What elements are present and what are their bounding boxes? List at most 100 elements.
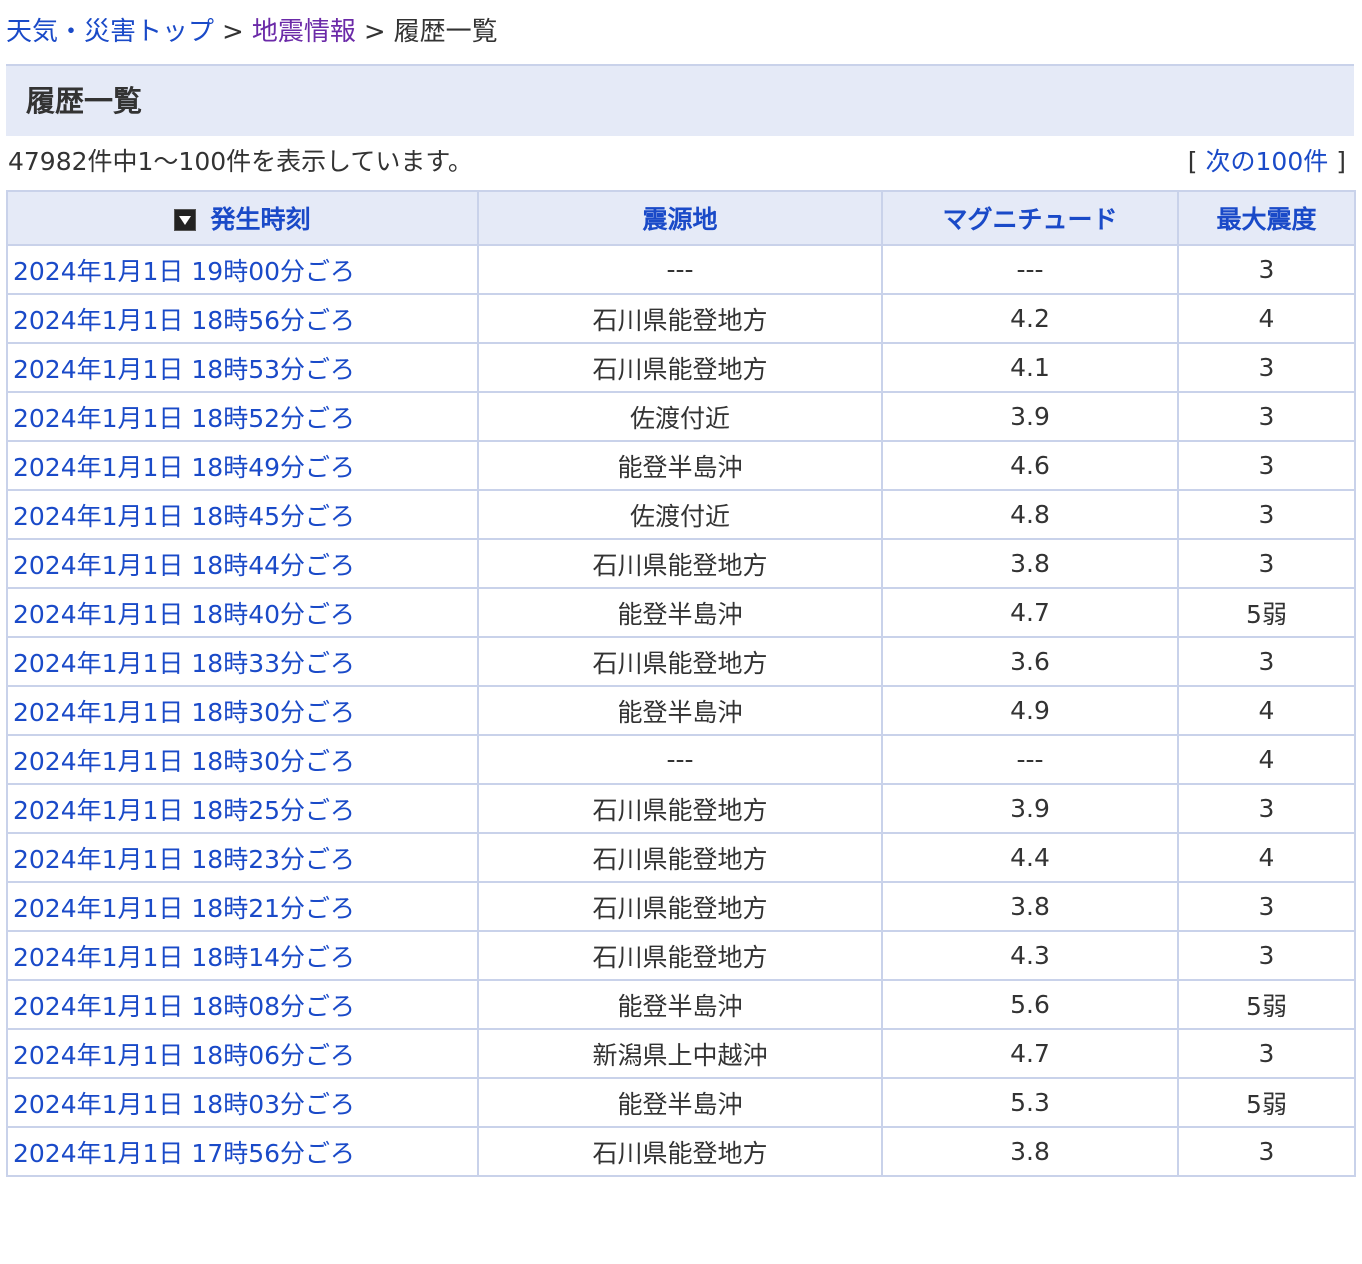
cell-epicenter: 能登半島沖	[477, 1077, 883, 1128]
cell-time: 2024年1月1日 18時21分ごろ	[6, 881, 479, 932]
cell-magnitude: 4.4	[881, 832, 1179, 883]
quake-detail-link[interactable]: 2024年1月1日 18時25分ごろ	[13, 796, 355, 825]
cell-time: 2024年1月1日 18時06分ごろ	[6, 1028, 479, 1079]
cell-magnitude: 5.6	[881, 979, 1179, 1030]
quake-detail-link[interactable]: 2024年1月1日 19時00分ごろ	[13, 257, 355, 286]
header-time-link[interactable]: 発生時刻	[210, 205, 310, 234]
cell-time: 2024年1月1日 18時52分ごろ	[6, 391, 479, 442]
breadcrumb-current: 履歴一覧	[393, 17, 498, 47]
cell-epicenter: 能登半島沖	[477, 440, 883, 491]
pagination: [次の100件]	[1188, 142, 1346, 182]
cell-intensity: 3	[1177, 1028, 1356, 1079]
cell-epicenter: 石川県能登地方	[477, 783, 883, 834]
cell-intensity: 3	[1177, 783, 1356, 834]
quake-detail-link[interactable]: 2024年1月1日 18時40分ごろ	[13, 600, 355, 629]
header-intensity-link[interactable]: 最大震度	[1216, 205, 1316, 234]
cell-time: 2024年1月1日 18時56分ごろ	[6, 293, 479, 344]
cell-magnitude: 4.7	[881, 587, 1179, 638]
cell-magnitude: 3.8	[881, 538, 1179, 589]
table-row: 2024年1月1日 19時00分ごろ --- --- 3	[6, 244, 1356, 295]
breadcrumb-separator: >	[363, 17, 386, 47]
header-magnitude-link[interactable]: マグニチュード	[942, 205, 1117, 234]
cell-intensity: 5弱	[1177, 1077, 1356, 1128]
cell-intensity: 3	[1177, 1126, 1356, 1177]
quake-detail-link[interactable]: 2024年1月1日 18時14分ごろ	[13, 943, 355, 972]
cell-magnitude: 3.9	[881, 391, 1179, 442]
table-row: 2024年1月1日 18時30分ごろ 能登半島沖 4.9 4	[6, 685, 1356, 736]
table-row: 2024年1月1日 18時53分ごろ 石川県能登地方 4.1 3	[6, 342, 1356, 393]
cell-epicenter: ---	[477, 244, 883, 295]
cell-epicenter: 佐渡付近	[477, 391, 883, 442]
quake-detail-link[interactable]: 2024年1月1日 18時44分ごろ	[13, 551, 355, 580]
cell-intensity: 3	[1177, 244, 1356, 295]
quake-detail-link[interactable]: 2024年1月1日 18時56分ごろ	[13, 306, 355, 335]
cell-epicenter: ---	[477, 734, 883, 785]
quake-detail-link[interactable]: 2024年1月1日 18時49分ごろ	[13, 453, 355, 482]
cell-epicenter: 能登半島沖	[477, 979, 883, 1030]
cell-time: 2024年1月1日 18時30分ごろ	[6, 685, 479, 736]
table-row: 2024年1月1日 18時49分ごろ 能登半島沖 4.6 3	[6, 440, 1356, 491]
cell-epicenter: 石川県能登地方	[477, 930, 883, 981]
quake-detail-link[interactable]: 2024年1月1日 18時45分ごろ	[13, 502, 355, 531]
header-intensity[interactable]: 最大震度	[1177, 190, 1356, 246]
breadcrumb-earthquake-link[interactable]: 地震情報	[252, 17, 356, 47]
breadcrumb-home-link[interactable]: 天気・災害トップ	[6, 17, 214, 47]
cell-magnitude: ---	[881, 734, 1179, 785]
cell-epicenter: 能登半島沖	[477, 587, 883, 638]
quake-detail-link[interactable]: 2024年1月1日 18時30分ごろ	[13, 747, 355, 776]
cell-magnitude: 4.1	[881, 342, 1179, 393]
cell-intensity: 5弱	[1177, 979, 1356, 1030]
quake-detail-link[interactable]: 2024年1月1日 18時08分ごろ	[13, 992, 355, 1021]
quake-detail-link[interactable]: 2024年1月1日 18時53分ごろ	[13, 355, 355, 384]
quake-detail-link[interactable]: 2024年1月1日 18時30分ごろ	[13, 698, 355, 727]
cell-magnitude: 3.8	[881, 1126, 1179, 1177]
quake-detail-link[interactable]: 2024年1月1日 18時52分ごろ	[13, 404, 355, 433]
cell-time: 2024年1月1日 17時56分ごろ	[6, 1126, 479, 1177]
cell-intensity: 4	[1177, 734, 1356, 785]
quake-detail-link[interactable]: 2024年1月1日 18時03分ごろ	[13, 1090, 355, 1119]
next-page-link[interactable]: 次の100件	[1206, 147, 1329, 176]
cell-magnitude: 4.9	[881, 685, 1179, 736]
cell-epicenter: 能登半島沖	[477, 685, 883, 736]
table-row: 2024年1月1日 18時08分ごろ 能登半島沖 5.6 5弱	[6, 979, 1356, 1030]
result-summary: 47982件中1〜100件を表示しています。 [次の100件]	[6, 142, 1354, 182]
table-header-row: 発生時刻 震源地 マグニチュード 最大震度	[6, 190, 1356, 246]
cell-epicenter: 石川県能登地方	[477, 293, 883, 344]
quake-detail-link[interactable]: 2024年1月1日 17時56分ごろ	[13, 1139, 355, 1168]
header-epicenter-link[interactable]: 震源地	[642, 205, 717, 234]
cell-time: 2024年1月1日 18時45分ごろ	[6, 489, 479, 540]
cell-time: 2024年1月1日 19時00分ごろ	[6, 244, 479, 295]
cell-magnitude: 3.9	[881, 783, 1179, 834]
cell-intensity: 3	[1177, 489, 1356, 540]
quake-detail-link[interactable]: 2024年1月1日 18時23分ごろ	[13, 845, 355, 874]
quake-detail-link[interactable]: 2024年1月1日 18時06分ごろ	[13, 1041, 355, 1070]
breadcrumb-separator: >	[222, 17, 244, 47]
cell-epicenter: 石川県能登地方	[477, 1126, 883, 1177]
cell-time: 2024年1月1日 18時30分ごろ	[6, 734, 479, 785]
table-row: 2024年1月1日 18時44分ごろ 石川県能登地方 3.8 3	[6, 538, 1356, 589]
quake-detail-link[interactable]: 2024年1月1日 18時21分ごろ	[13, 894, 355, 923]
result-count-text: 47982件中1〜100件を表示しています。	[8, 147, 473, 176]
bracket-open: [	[1187, 147, 1198, 176]
sort-descending-icon[interactable]	[174, 209, 197, 231]
cell-intensity: 3	[1177, 538, 1356, 589]
header-magnitude[interactable]: マグニチュード	[881, 190, 1179, 246]
cell-magnitude: 5.3	[881, 1077, 1179, 1128]
table-row: 2024年1月1日 18時25分ごろ 石川県能登地方 3.9 3	[6, 783, 1356, 834]
table-row: 2024年1月1日 18時33分ごろ 石川県能登地方 3.6 3	[6, 636, 1356, 687]
cell-intensity: 5弱	[1177, 587, 1356, 638]
cell-time: 2024年1月1日 18時14分ごろ	[6, 930, 479, 981]
cell-intensity: 3	[1177, 440, 1356, 491]
header-epicenter[interactable]: 震源地	[477, 190, 883, 246]
header-time[interactable]: 発生時刻	[6, 190, 479, 246]
quake-detail-link[interactable]: 2024年1月1日 18時33分ごろ	[13, 649, 355, 678]
cell-intensity: 4	[1177, 293, 1356, 344]
table-row: 2024年1月1日 18時52分ごろ 佐渡付近 3.9 3	[6, 391, 1356, 442]
cell-time: 2024年1月1日 18時25分ごろ	[6, 783, 479, 834]
cell-time: 2024年1月1日 18時23分ごろ	[6, 832, 479, 883]
cell-time: 2024年1月1日 18時03分ごろ	[6, 1077, 479, 1128]
cell-intensity: 4	[1177, 832, 1356, 883]
table-row: 2024年1月1日 18時06分ごろ 新潟県上中越沖 4.7 3	[6, 1028, 1356, 1079]
page-title-bar: 履歴一覧	[6, 64, 1354, 136]
cell-epicenter: 石川県能登地方	[477, 832, 883, 883]
